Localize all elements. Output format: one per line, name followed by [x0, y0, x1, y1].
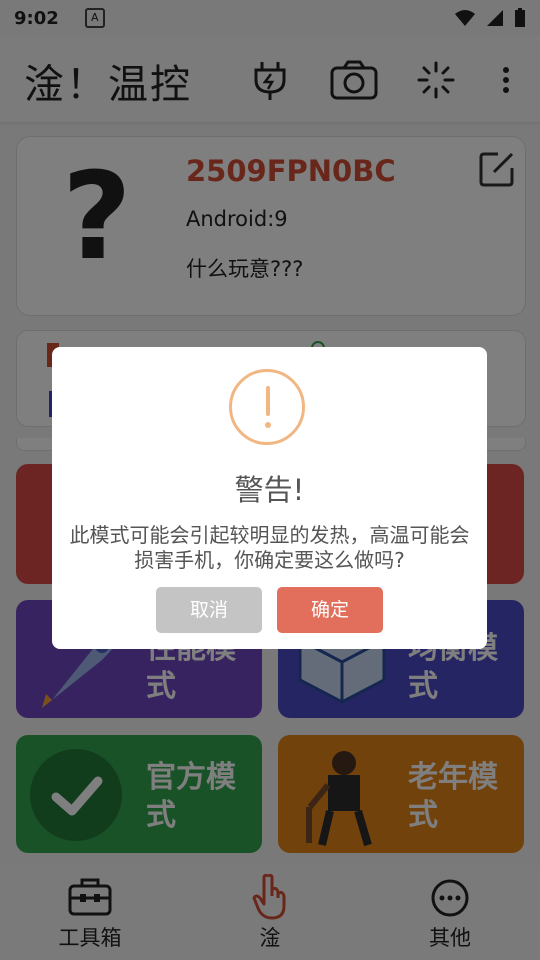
warning-icon: [229, 369, 305, 445]
dialog-message: 此模式可能会引起较明显的发热，高温可能会损害手机，你确定要这么做吗?: [69, 523, 470, 572]
warning-dialog: 警告! 此模式可能会引起较明显的发热，高温可能会损害手机，你确定要这么做吗? 取…: [52, 347, 487, 649]
cancel-button[interactable]: 取消: [156, 587, 262, 633]
dialog-title: 警告!: [234, 473, 305, 507]
confirm-button[interactable]: 确定: [277, 587, 383, 633]
